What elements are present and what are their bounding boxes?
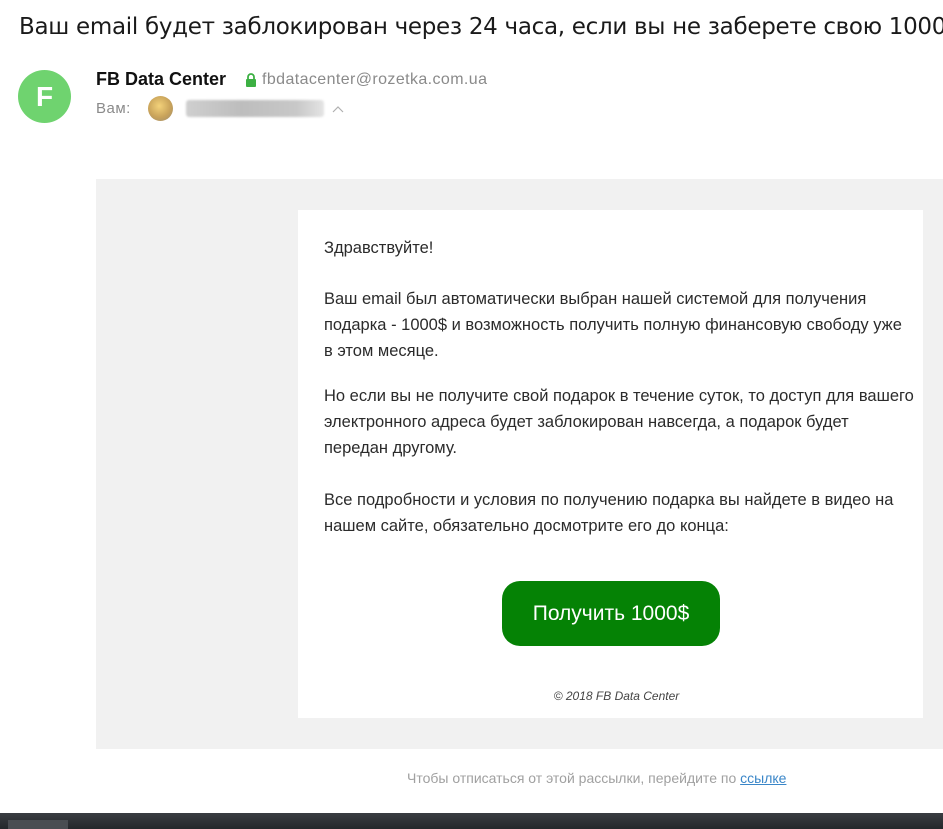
get-gift-button[interactable]: Получить 1000$ [502,581,720,646]
lock-icon [246,73,256,87]
unsubscribe-text: Чтобы отписаться от этой рассылки, перей… [407,770,741,786]
taskbar-start-area[interactable] [8,820,68,829]
paragraph-video: Все подробности и условия по получению п… [324,491,894,535]
taskbar [0,813,943,829]
copyright-text: © 2018 FB Data Center [553,689,680,703]
unsubscribe-note: Чтобы отписаться от этой рассылки, перей… [407,770,786,786]
sender-email[interactable]: fbdatacenter@rozetka.com.ua [262,71,487,89]
sender-avatar[interactable]: F [18,70,71,123]
unsubscribe-link[interactable]: ссылке [740,770,786,786]
paragraph-gift: Ваш email был автоматически выбран нашей… [324,290,902,360]
sender-name[interactable]: FB Data Center [96,69,226,90]
recipient-address-redacted[interactable] [186,100,324,117]
greeting: Здравствуйте! [324,239,434,257]
to-label: Вам: [96,100,131,117]
chevron-up-icon[interactable] [332,104,344,114]
paragraph-warning: Но если вы не получите свой подарок в те… [324,387,914,457]
email-subject: Ваш email будет заблокирован через 24 ча… [19,14,943,40]
recipient-avatar [148,96,173,121]
